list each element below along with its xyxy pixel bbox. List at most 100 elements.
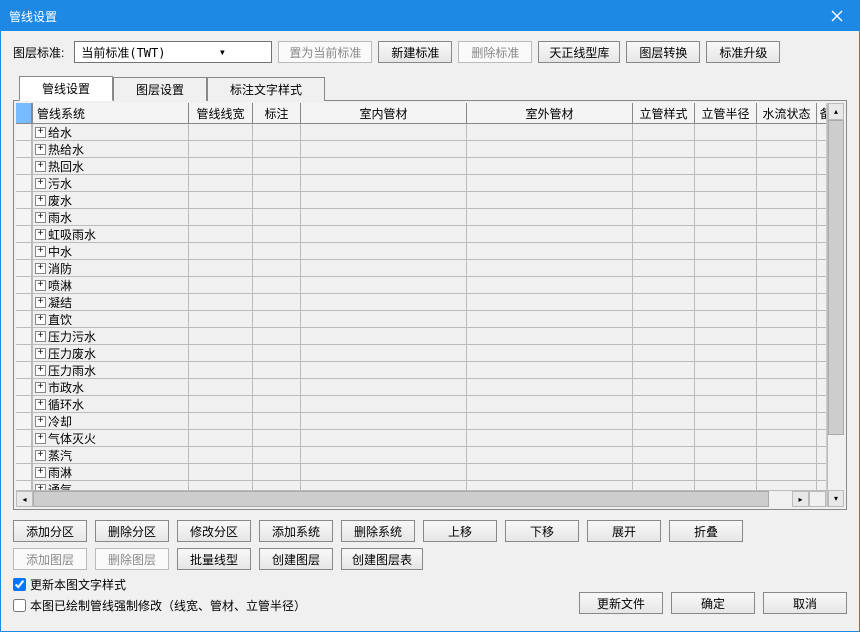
col-outdoor-pipe[interactable]: 室外管材 — [466, 103, 632, 123]
cell-outdoor[interactable] — [466, 243, 632, 259]
cell-outdoor[interactable] — [466, 481, 632, 490]
cell-indoor[interactable] — [300, 141, 466, 157]
cell-riser-radius[interactable] — [694, 464, 756, 480]
cell-indoor[interactable] — [300, 430, 466, 446]
cell-riser-radius[interactable] — [694, 124, 756, 140]
cell-flow[interactable] — [756, 464, 816, 480]
cell-riser-style[interactable] — [632, 158, 694, 174]
cell-indoor[interactable] — [300, 379, 466, 395]
cell-remark[interactable] — [816, 379, 826, 395]
row-selector[interactable] — [16, 192, 32, 208]
row-selector[interactable] — [16, 311, 32, 327]
cell-flow[interactable] — [756, 345, 816, 361]
row-selector[interactable] — [16, 481, 32, 490]
row-selector[interactable] — [16, 464, 32, 480]
cell-outdoor[interactable] — [466, 158, 632, 174]
expand-icon[interactable]: + — [35, 297, 46, 308]
row-selector[interactable] — [16, 175, 32, 191]
cell-flow[interactable] — [756, 260, 816, 276]
cell-riser-radius[interactable] — [694, 175, 756, 191]
cell-flow[interactable] — [756, 243, 816, 259]
cell-annotation[interactable] — [252, 226, 300, 242]
cell-indoor[interactable] — [300, 345, 466, 361]
cell-outdoor[interactable] — [466, 226, 632, 242]
table-row[interactable]: +压力雨水 — [16, 362, 826, 379]
cell-riser-radius[interactable] — [694, 141, 756, 157]
col-indoor-pipe[interactable]: 室内管材 — [300, 103, 466, 123]
cell-system[interactable]: +消防 — [32, 260, 188, 276]
table-row[interactable]: +压力污水 — [16, 328, 826, 345]
batch-linetype-button[interactable]: 批量线型 — [177, 548, 251, 570]
cell-annotation[interactable] — [252, 175, 300, 191]
cell-riser-radius[interactable] — [694, 158, 756, 174]
cell-riser-radius[interactable] — [694, 447, 756, 463]
cell-outdoor[interactable] — [466, 294, 632, 310]
cell-indoor[interactable] — [300, 447, 466, 463]
cell-flow[interactable] — [756, 379, 816, 395]
table-row[interactable]: +污水 — [16, 175, 826, 192]
cell-remark[interactable] — [816, 209, 826, 225]
cell-system[interactable]: +中水 — [32, 243, 188, 259]
force-modify-check[interactable]: 本图已绘制管线强制修改（线宽、管材、立管半径） — [13, 597, 571, 614]
cell-riser-style[interactable] — [632, 328, 694, 344]
expand-icon[interactable]: + — [35, 127, 46, 138]
cell-riser-radius[interactable] — [694, 192, 756, 208]
cell-flow[interactable] — [756, 158, 816, 174]
expand-icon[interactable]: + — [35, 433, 46, 444]
cell-riser-style[interactable] — [632, 294, 694, 310]
hscroll-track[interactable] — [33, 491, 792, 507]
delete-system-button[interactable]: 删除系统 — [341, 520, 415, 542]
collapse-button[interactable]: 折叠 — [669, 520, 743, 542]
cell-annotation[interactable] — [252, 277, 300, 293]
row-selector[interactable] — [16, 294, 32, 310]
cell-linewidth[interactable] — [188, 362, 252, 378]
delete-zone-button[interactable]: 删除分区 — [95, 520, 169, 542]
scroll-up-button[interactable]: ▴ — [828, 103, 844, 120]
tab-text-style[interactable]: 标注文字样式 — [207, 77, 325, 101]
expand-icon[interactable]: + — [35, 365, 46, 376]
cell-linewidth[interactable] — [188, 481, 252, 490]
cell-system[interactable]: +冷却 — [32, 413, 188, 429]
cell-outdoor[interactable] — [466, 413, 632, 429]
cell-system[interactable]: +气体灭火 — [32, 430, 188, 446]
col-flow-state[interactable]: 水流状态 — [756, 103, 816, 123]
cell-linewidth[interactable] — [188, 260, 252, 276]
cell-system[interactable]: +污水 — [32, 175, 188, 191]
cell-annotation[interactable] — [252, 141, 300, 157]
cell-system[interactable]: +雨水 — [32, 209, 188, 225]
table-row[interactable]: +中水 — [16, 243, 826, 260]
cell-system[interactable]: +直饮 — [32, 311, 188, 327]
cell-flow[interactable] — [756, 396, 816, 412]
col-riser-radius[interactable]: 立管半径 — [694, 103, 756, 123]
cell-outdoor[interactable] — [466, 379, 632, 395]
cell-indoor[interactable] — [300, 294, 466, 310]
table-row[interactable]: +蒸汽 — [16, 447, 826, 464]
cell-remark[interactable] — [816, 464, 826, 480]
cell-indoor[interactable] — [300, 396, 466, 412]
cell-system[interactable]: +虹吸雨水 — [32, 226, 188, 242]
cell-annotation[interactable] — [252, 158, 300, 174]
cell-linewidth[interactable] — [188, 277, 252, 293]
cell-riser-style[interactable] — [632, 209, 694, 225]
col-riser-style[interactable]: 立管样式 — [632, 103, 694, 123]
cell-indoor[interactable] — [300, 362, 466, 378]
cell-riser-style[interactable] — [632, 362, 694, 378]
cell-annotation[interactable] — [252, 481, 300, 490]
cell-outdoor[interactable] — [466, 430, 632, 446]
cell-remark[interactable] — [816, 396, 826, 412]
expand-icon[interactable]: + — [35, 382, 46, 393]
cell-indoor[interactable] — [300, 209, 466, 225]
cell-riser-style[interactable] — [632, 311, 694, 327]
cell-riser-style[interactable] — [632, 260, 694, 276]
cell-system[interactable]: +热回水 — [32, 158, 188, 174]
cell-outdoor[interactable] — [466, 192, 632, 208]
cell-system[interactable]: +热给水 — [32, 141, 188, 157]
cell-remark[interactable] — [816, 481, 826, 490]
expand-icon[interactable]: + — [35, 178, 46, 189]
vscroll-track[interactable] — [828, 120, 844, 490]
table-row[interactable]: +热回水 — [16, 158, 826, 175]
cell-riser-radius[interactable] — [694, 328, 756, 344]
row-selector[interactable] — [16, 124, 32, 140]
scroll-right-button[interactable]: ▸ — [792, 491, 809, 507]
cell-annotation[interactable] — [252, 328, 300, 344]
